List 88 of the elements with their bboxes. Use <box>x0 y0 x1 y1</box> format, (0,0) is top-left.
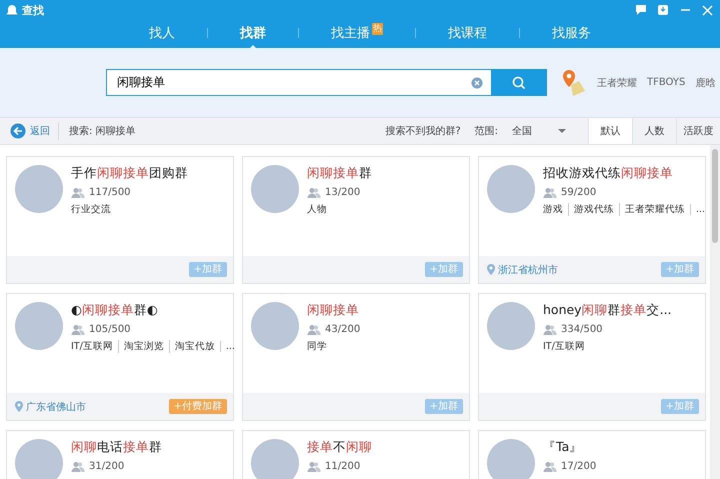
hot-keyword-link[interactable]: 鹿晗 <box>695 76 716 90</box>
clear-icon <box>471 76 483 88</box>
members-icon <box>71 187 85 198</box>
avatar-placeholder <box>15 302 63 350</box>
group-card[interactable]: honey闲聊群接单交... 334/500 IT/互联网 +加群 <box>478 293 706 421</box>
skin-icon <box>656 3 670 17</box>
members-icon <box>307 324 321 335</box>
search-icon <box>512 76 526 90</box>
members-icon <box>71 461 85 472</box>
group-card[interactable]: 闲聊接单群 13/200 人物 +加群 <box>242 156 470 284</box>
members-icon <box>71 324 85 335</box>
group-location: 广东省佛山市 <box>26 400 86 414</box>
avatar-placeholder <box>251 302 299 350</box>
group-tag: ... <box>690 204 706 215</box>
members-icon <box>543 187 557 198</box>
feedback-button[interactable] <box>634 3 648 17</box>
minimize-icon <box>680 9 690 11</box>
close-button[interactable] <box>700 3 714 17</box>
members-icon <box>543 324 557 335</box>
sort-tab[interactable]: 活跃度 <box>676 118 720 144</box>
group-tag: 同学 <box>307 340 327 353</box>
group-name: honey闲聊群接单交... <box>543 302 672 319</box>
group-tag: 人物 <box>307 203 327 216</box>
member-count: 105/500 <box>89 324 131 335</box>
group-name: 闲聊接单 <box>307 302 360 319</box>
group-card[interactable]: ◐闲聊接单群◐ 105/500 IT/互联网 淘宝浏览 淘宝代放 ... 广东省佛山市 +付费加群 <box>6 293 234 421</box>
group-tag: ... <box>220 341 235 352</box>
group-name: 接单不闲聊 <box>307 439 372 456</box>
avatar-placeholder <box>15 165 63 213</box>
member-count: 17/200 <box>561 461 596 472</box>
members-icon <box>307 187 321 198</box>
group-tag: 行业交流 <box>71 203 111 216</box>
caret-icon <box>558 129 566 133</box>
group-card[interactable]: 闲聊电话接单群 31/200 <box>6 430 234 479</box>
feedback-icon <box>634 3 648 17</box>
group-name: 闲聊接单群 <box>307 165 372 182</box>
hot-keyword-link[interactable]: TFBOYS <box>647 77 686 88</box>
member-count: 117/500 <box>89 187 131 198</box>
group-name: 招收游戏代练闲聊接单 <box>543 165 674 182</box>
group-card[interactable]: 招收游戏代练闲聊接单 59/200 游戏 游戏代练 王者荣耀代练 ... 浙江省杭州市 +加群 <box>478 156 706 284</box>
group-tag: 淘宝代放 <box>168 340 215 353</box>
group-tag: 游戏代练 <box>568 203 614 216</box>
members-icon <box>307 461 321 472</box>
search-button[interactable] <box>491 69 547 96</box>
close-icon <box>702 4 712 16</box>
group-tag: IT/互联网 <box>71 340 113 353</box>
group-card[interactable]: 『Ta』 17/200 <box>478 430 706 479</box>
group-card[interactable]: 接单不闲聊 11/200 <box>242 430 470 479</box>
group-tag: IT/互联网 <box>543 340 585 353</box>
location-pin-icon <box>487 264 495 275</box>
sort-tab[interactable]: 默认 <box>588 118 632 144</box>
hot-keyword-link[interactable]: 王者荣耀 <box>597 76 637 90</box>
avatar-placeholder <box>487 165 535 213</box>
cant-find-link[interactable]: 搜索不到我的群? <box>385 124 461 138</box>
member-count: 13/200 <box>325 187 360 198</box>
avatar-placeholder <box>251 165 299 213</box>
skin-button[interactable] <box>656 3 670 17</box>
group-location: 浙江省杭州市 <box>498 264 558 276</box>
group-name: 闲聊电话接单群 <box>71 439 162 456</box>
search-input[interactable]: 闲聊接单 <box>115 74 471 90</box>
search-field[interactable]: 闲聊接单 <box>106 69 491 96</box>
members-icon <box>543 461 557 472</box>
sort-tab[interactable]: 人数 <box>632 118 676 144</box>
group-tag: 淘宝浏览 <box>118 340 164 353</box>
member-count: 11/200 <box>325 461 360 472</box>
group-name: ◐闲聊接单群◐ <box>71 302 159 319</box>
group-card[interactable]: 手作闲聊接单团购群 117/500 行业交流 +加群 <box>6 156 234 284</box>
avatar-placeholder <box>487 439 535 479</box>
range-dropdown[interactable]: 全国 <box>512 124 574 138</box>
group-card[interactable]: 闲聊接单 43/200 同学 +加群 <box>242 293 470 421</box>
window-title: 查找 <box>22 2 44 18</box>
back-button[interactable]: 返回 <box>0 122 59 140</box>
range-label: 范围: <box>474 124 498 138</box>
avatar-placeholder <box>487 302 535 350</box>
member-count: 59/200 <box>561 187 596 198</box>
group-tag: 王者荣耀代练 <box>619 203 685 216</box>
avatar-placeholder <box>15 439 63 479</box>
group-name: 『Ta』 <box>543 439 584 456</box>
member-count: 334/500 <box>561 324 603 335</box>
member-count: 43/200 <box>325 324 360 335</box>
location-pin-icon <box>15 401 23 412</box>
hot-badge: 热 <box>372 23 383 35</box>
group-name: 手作闲聊接单团购群 <box>71 165 188 182</box>
group-tag: 游戏 <box>543 203 563 216</box>
member-count: 31/200 <box>89 461 124 472</box>
avatar-placeholder <box>251 439 299 479</box>
map-pin-icon <box>561 68 587 96</box>
search-query: 搜索: 闲聊接单 <box>69 124 136 138</box>
